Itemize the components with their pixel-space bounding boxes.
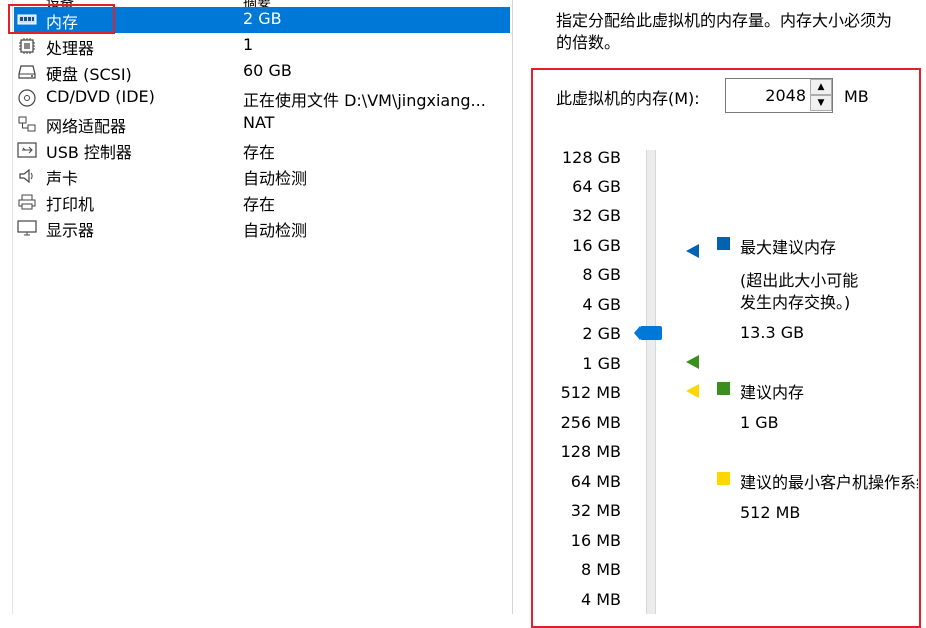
recommended-value: 1 GB: [740, 413, 779, 432]
description-line: 的倍数。: [556, 33, 621, 52]
device-name: USB 控制器: [46, 143, 132, 162]
min-recommended-legend-swatch: [717, 472, 730, 485]
scale-label: 128 MB: [560, 442, 621, 461]
device-summary: 存在: [243, 195, 276, 214]
scale-label: 4 MB: [580, 590, 621, 609]
device-row-sound-card[interactable]: 声卡 自动检测: [14, 163, 510, 189]
cd-dvd-icon: [17, 89, 37, 107]
memory-slider-track[interactable]: [646, 150, 656, 614]
scale-label: 1 GB: [582, 354, 621, 373]
memory-size-label: 此虚拟机的内存(M):: [556, 89, 700, 108]
usb-icon: [17, 141, 37, 159]
device-list-panel: 设备 摘要 内存 2 GB 处理器 1 硬盘 (SCSI) 60 GB CD/D…: [0, 0, 513, 614]
recommended-legend-swatch: [717, 382, 730, 395]
device-summary: 自动检测: [243, 169, 308, 188]
device-name: 打印机: [46, 195, 95, 214]
device-row-processor[interactable]: 处理器 1: [14, 33, 510, 59]
description-line: 指定分配给此虚拟机的内存量。内存大小必须为: [556, 11, 893, 30]
scale-label: 16 MB: [570, 531, 621, 550]
device-row-network-adapter[interactable]: 网络适配器 NAT: [14, 111, 510, 137]
device-summary: 自动检测: [243, 221, 308, 240]
scale-label: 32 GB: [572, 206, 621, 225]
scale-label: 32 MB: [570, 501, 621, 520]
device-summary: 正在使用文件 D:\VM\jingxiang...: [243, 91, 486, 110]
display-icon: [17, 219, 37, 237]
scale-label: 2 GB: [582, 324, 621, 343]
recommended-marker: [686, 355, 699, 369]
memory-icon: [17, 11, 37, 29]
min-recommended-marker: [686, 384, 699, 398]
sound-card-icon: [17, 167, 37, 185]
device-name: CD/DVD (IDE): [46, 87, 155, 106]
min-recommended-title: 建议的最小客户机操作系统内存: [740, 473, 918, 492]
scale-label: 4 GB: [582, 295, 621, 314]
device-name: 硬盘 (SCSI): [46, 65, 132, 84]
min-recommended-value: 512 MB: [740, 503, 801, 522]
device-summary: 60 GB: [243, 61, 292, 80]
network-adapter-icon: [17, 115, 37, 133]
memory-size-input[interactable]: [726, 79, 808, 112]
max-recommended-marker: [686, 244, 699, 258]
scale-label: 128 GB: [562, 148, 621, 167]
summary-column-header[interactable]: 摘要: [243, 0, 271, 11]
device-name: 处理器: [46, 39, 95, 58]
column-separator: [12, 0, 13, 614]
device-summary: 存在: [243, 143, 276, 162]
memory-unit-label: MB: [844, 87, 869, 106]
memory-description: 指定分配给此虚拟机的内存量。内存大小必须为 的倍数。: [556, 10, 926, 54]
device-row-usb-controller[interactable]: USB 控制器 存在: [14, 137, 510, 163]
scale-label: 8 GB: [582, 265, 621, 284]
max-recommended-title: 最大建议内存: [740, 238, 837, 257]
device-name: 显示器: [46, 221, 95, 240]
recommended-title: 建议内存: [740, 383, 805, 402]
scale-label: 64 GB: [572, 177, 621, 196]
device-column-header[interactable]: 设备: [46, 0, 74, 11]
max-recommended-note: (超出此大小可能: [740, 271, 859, 290]
hard-disk-icon: [17, 63, 37, 81]
printer-icon: [17, 193, 37, 211]
scale-label: 512 MB: [560, 383, 621, 402]
device-summary: NAT: [243, 113, 275, 132]
device-row-printer[interactable]: 打印机 存在: [14, 189, 510, 215]
device-row-hard-disk[interactable]: 硬盘 (SCSI) 60 GB: [14, 59, 510, 85]
scale-label: 64 MB: [570, 472, 621, 491]
device-row-display[interactable]: 显示器 自动检测: [14, 215, 510, 241]
scale-label: 256 MB: [560, 413, 621, 432]
device-row-cd-dvd[interactable]: CD/DVD (IDE) 正在使用文件 D:\VM\jingxiang...: [14, 85, 510, 111]
scale-label: 16 GB: [572, 236, 621, 255]
device-summary: 2 GB: [243, 9, 282, 28]
chevron-up-icon: ▲: [817, 82, 825, 92]
chevron-down-icon: ▼: [817, 98, 825, 108]
max-recommended-note: 发生内存交换。): [740, 293, 851, 312]
device-name: 内存: [46, 13, 79, 32]
device-summary: 1: [243, 35, 254, 54]
scale-label: 8 MB: [580, 560, 621, 579]
max-recommended-legend-swatch: [717, 237, 730, 250]
spin-down-button[interactable]: ▼: [810, 95, 832, 111]
max-recommended-value: 13.3 GB: [740, 323, 805, 342]
spin-up-button[interactable]: ▲: [810, 79, 832, 95]
device-row-memory[interactable]: 内存 2 GB: [14, 7, 510, 33]
processor-icon: [17, 37, 37, 55]
memory-slider-thumb[interactable]: [634, 326, 662, 340]
device-name: 网络适配器: [46, 117, 127, 136]
device-name: 声卡: [46, 169, 79, 188]
memory-spinbox[interactable]: ▲ ▼: [725, 78, 833, 113]
